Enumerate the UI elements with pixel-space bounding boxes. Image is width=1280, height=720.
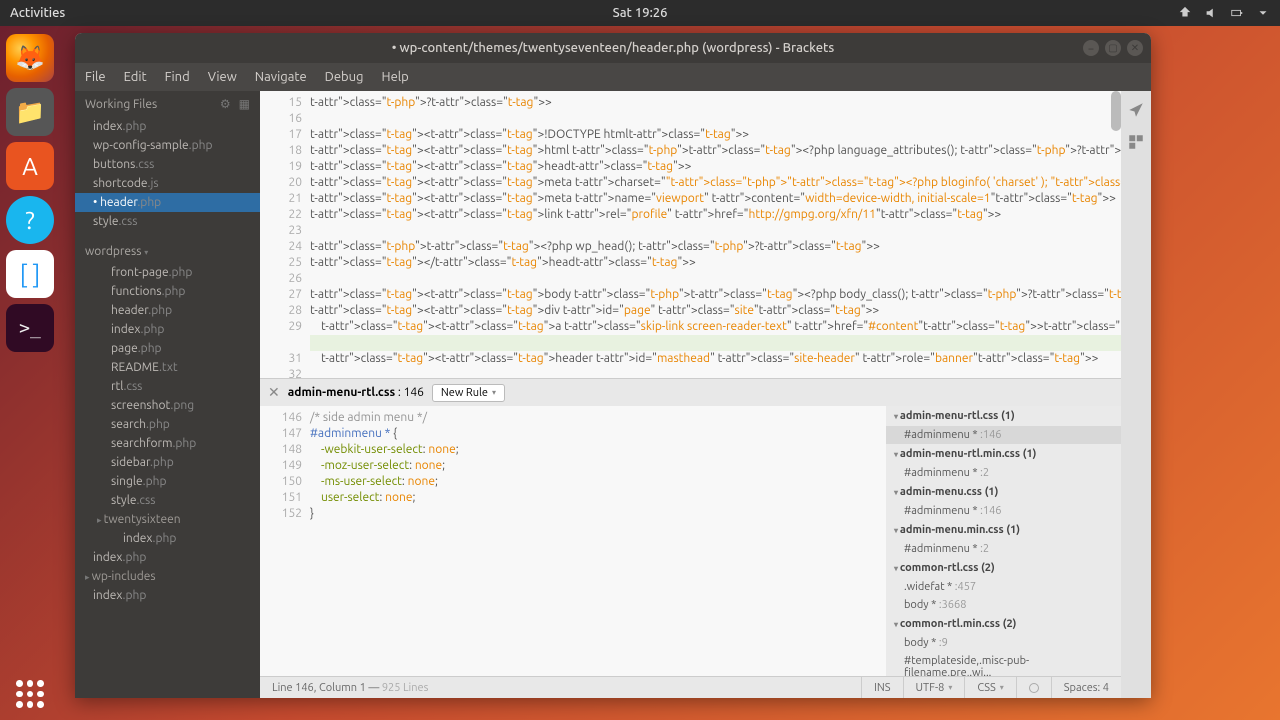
activities-button[interactable]: Activities xyxy=(10,6,65,20)
menu-find[interactable]: Find xyxy=(165,70,190,84)
battery-icon[interactable] xyxy=(1230,6,1244,20)
minimize-button[interactable]: – xyxy=(1083,40,1099,56)
tree-file[interactable]: index.php xyxy=(75,586,260,605)
inline-css-editor[interactable]: 146147148149150151152 /* side admin menu… xyxy=(260,406,886,676)
result-file[interactable]: admin-menu.min.css (1) xyxy=(886,520,1121,540)
working-file[interactable]: • header.php xyxy=(75,193,260,212)
dock: 🦊 📁 A ? [ ] >_ xyxy=(0,26,60,720)
insert-mode[interactable]: INS xyxy=(861,677,902,699)
result-file[interactable]: common-rtl.css (2) xyxy=(886,558,1121,578)
lint-status[interactable] xyxy=(1016,677,1051,699)
menu-help[interactable]: Help xyxy=(382,70,409,84)
tree-file[interactable]: index.php xyxy=(75,529,260,548)
tree-file[interactable]: sidebar.php xyxy=(75,453,260,472)
maximize-button[interactable]: ▢ xyxy=(1105,40,1121,56)
tree-file[interactable]: rtl.css xyxy=(75,377,260,396)
right-toolbar xyxy=(1121,91,1151,698)
window-titlebar: • wp-content/themes/twentyseventeen/head… xyxy=(75,33,1151,63)
software-icon[interactable]: A xyxy=(6,142,54,190)
tree-file[interactable]: index.php xyxy=(75,320,260,339)
result-file[interactable]: admin-menu.css (1) xyxy=(886,482,1121,502)
close-inline-button[interactable]: ✕ xyxy=(268,384,280,401)
tree-file[interactable]: search.php xyxy=(75,415,260,434)
result-selector[interactable]: body * :3668 xyxy=(886,596,1121,614)
tree-file[interactable]: screenshot.png xyxy=(75,396,260,415)
inline-file-label: admin-menu-rtl.css : 146 xyxy=(288,386,424,399)
terminal-icon[interactable]: >_ xyxy=(6,304,54,352)
working-file[interactable]: style.css xyxy=(75,212,260,231)
split-view-icon[interactable]: ▦ xyxy=(239,97,250,111)
clock[interactable]: Sat 19:26 xyxy=(613,6,668,20)
working-file[interactable]: shortcode.js xyxy=(75,174,260,193)
menubar: File Edit Find View Navigate Debug Help xyxy=(75,63,1151,91)
menu-file[interactable]: File xyxy=(85,70,106,84)
menu-navigate[interactable]: Navigate xyxy=(255,70,307,84)
result-file[interactable]: admin-menu-rtl.min.css (1) xyxy=(886,444,1121,464)
network-icon[interactable] xyxy=(1178,6,1192,20)
volume-icon[interactable] xyxy=(1204,6,1218,20)
language-select[interactable]: CSS ▾ xyxy=(964,677,1015,699)
tree-file[interactable]: front-page.php xyxy=(75,263,260,282)
menu-debug[interactable]: Debug xyxy=(325,70,364,84)
chevron-down-icon[interactable] xyxy=(1256,6,1270,20)
menu-view[interactable]: View xyxy=(208,70,237,84)
result-selector[interactable]: #adminmenu * :2 xyxy=(886,540,1121,558)
working-file[interactable]: buttons.css xyxy=(75,155,260,174)
result-selector[interactable]: body * :9 xyxy=(886,634,1121,652)
css-results-list: admin-menu-rtl.css (1)#adminmenu * :146a… xyxy=(886,406,1121,676)
editor-area: 151617181920212223242526272829 3132 t-at… xyxy=(260,91,1121,698)
brackets-window: • wp-content/themes/twentyseventeen/head… xyxy=(75,33,1151,698)
live-preview-icon[interactable] xyxy=(1127,101,1145,119)
tree-folder[interactable]: twentysixteen xyxy=(75,510,260,529)
firefox-icon[interactable]: 🦊 xyxy=(6,34,54,82)
sidebar: Working Files ⚙▦ index.phpwp-config-samp… xyxy=(75,91,260,698)
extensions-icon[interactable] xyxy=(1127,133,1145,151)
menu-edit[interactable]: Edit xyxy=(124,70,147,84)
cursor-position[interactable]: Line 146, Column 1 xyxy=(272,682,366,694)
scrollbar[interactable] xyxy=(1111,91,1121,131)
inline-editor-header: ✕ admin-menu-rtl.css : 146 New Rule ▾ xyxy=(260,378,1121,406)
tree-file[interactable]: page.php xyxy=(75,339,260,358)
result-file[interactable]: common-rtl.min.css (2) xyxy=(886,614,1121,634)
tree-file[interactable]: style.css xyxy=(75,491,260,510)
result-selector[interactable]: #adminmenu * :2 xyxy=(886,464,1121,482)
brackets-icon[interactable]: [ ] xyxy=(6,250,54,298)
tree-file[interactable]: README.txt xyxy=(75,358,260,377)
help-icon[interactable]: ? xyxy=(6,196,54,244)
result-selector[interactable]: .widefat * :457 xyxy=(886,578,1121,596)
result-selector[interactable]: #adminmenu * :146 xyxy=(886,426,1121,444)
spaces-select[interactable]: Spaces: 4 xyxy=(1051,677,1121,699)
statusbar: Line 146, Column 1 — 925 Lines INS UTF-8… xyxy=(260,676,1121,698)
tree-file[interactable]: functions.php xyxy=(75,282,260,301)
tree-file[interactable]: searchform.php xyxy=(75,434,260,453)
new-rule-button[interactable]: New Rule ▾ xyxy=(432,384,505,402)
working-files-header[interactable]: Working Files ⚙▦ xyxy=(75,91,260,117)
tree-file[interactable]: index.php xyxy=(75,548,260,567)
working-file[interactable]: index.php xyxy=(75,117,260,136)
tree-file[interactable]: single.php xyxy=(75,472,260,491)
tree-folder[interactable]: wp-includes xyxy=(75,567,260,586)
gear-icon[interactable]: ⚙ xyxy=(220,97,231,111)
main-editor[interactable]: 151617181920212223242526272829 3132 t-at… xyxy=(260,91,1121,378)
working-file[interactable]: wp-config-sample.php xyxy=(75,136,260,155)
project-dropdown[interactable]: wordpress ▾ xyxy=(75,237,260,263)
gnome-topbar: Activities Sat 19:26 xyxy=(0,0,1280,26)
result-selector[interactable]: #adminmenu * :146 xyxy=(886,502,1121,520)
show-apps-icon[interactable] xyxy=(16,680,44,708)
close-button[interactable]: ✕ xyxy=(1127,40,1143,56)
encoding-select[interactable]: UTF-8 ▾ xyxy=(903,677,965,699)
result-selector[interactable]: #templateside,.misc-pub-filename,pre,.wi… xyxy=(886,652,1121,676)
tree-file[interactable]: header.php xyxy=(75,301,260,320)
result-file[interactable]: admin-menu-rtl.css (1) xyxy=(886,406,1121,426)
window-title: • wp-content/themes/twentyseventeen/head… xyxy=(392,41,834,55)
files-icon[interactable]: 📁 xyxy=(6,88,54,136)
